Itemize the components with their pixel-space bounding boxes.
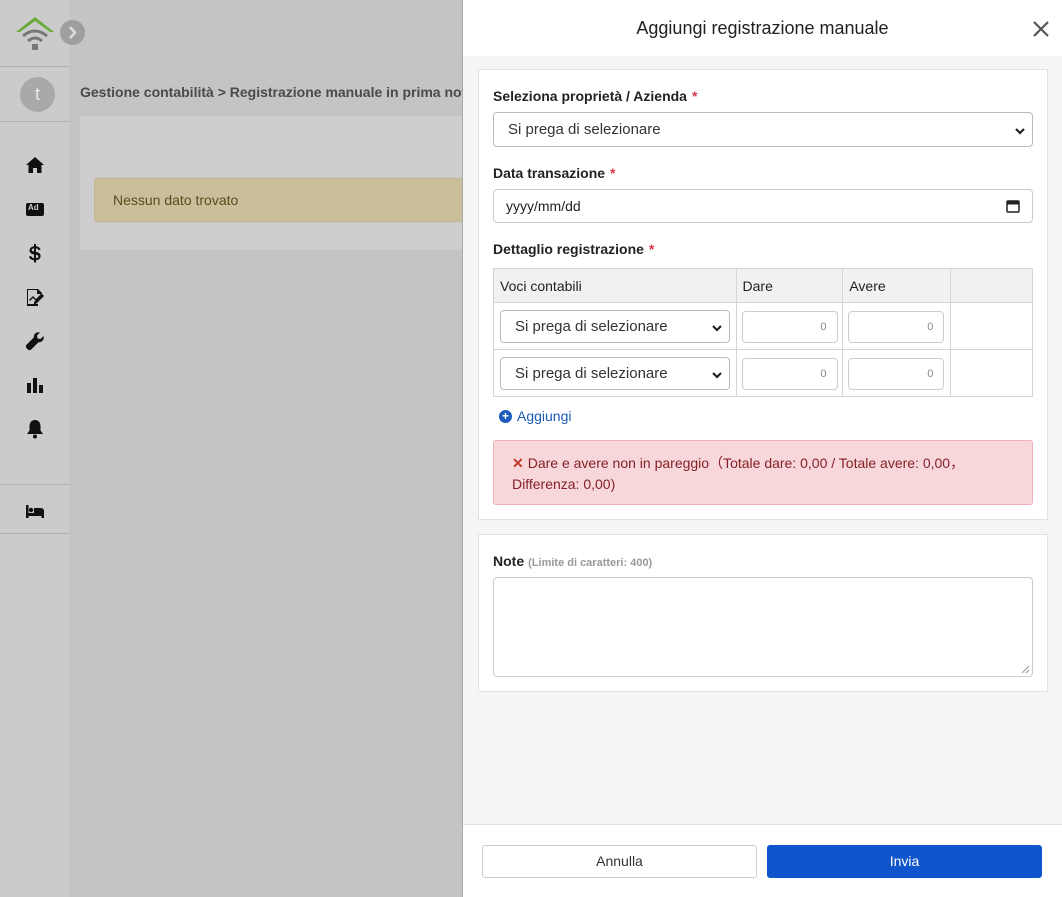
chevron-down-icon — [711, 368, 723, 380]
bed-icon[interactable] — [24, 500, 46, 522]
calendar-icon[interactable] — [1006, 199, 1020, 213]
column-header-actions — [950, 268, 1033, 303]
modal-footer: Annulla Invia — [463, 824, 1062, 897]
property-select-value: Si prega di selezionare — [508, 121, 661, 138]
sidebar-divider — [0, 533, 70, 534]
avere-input[interactable]: 0 — [848, 311, 945, 343]
account-cell: Si prega di selezionare — [493, 349, 737, 397]
required-mark: * — [691, 88, 698, 104]
balance-error-alert: ✕ Dare e avere non in pareggio（Totale dar… — [493, 440, 1033, 505]
add-row-label: Aggiungi — [517, 408, 572, 424]
notes-label: Note (Limite di caratteri: 400) — [493, 553, 652, 569]
add-row-link[interactable]: + Aggiungi — [499, 408, 572, 424]
required-mark: * — [648, 241, 655, 257]
account-select-value: Si prega di selezionare — [515, 365, 668, 382]
chevron-down-icon — [1014, 124, 1026, 136]
expand-sidebar-button[interactable] — [60, 20, 85, 45]
property-label-text: Seleziona proprietà / Azienda — [493, 88, 687, 104]
sidebar-divider — [0, 121, 70, 122]
home-icon[interactable] — [24, 154, 46, 176]
avere-cell: 0 — [842, 349, 952, 397]
dare-input[interactable]: 0 — [741, 358, 838, 390]
account-select[interactable]: Si prega di selezionare — [500, 310, 730, 343]
sidebar-divider — [0, 66, 70, 67]
account-select-value: Si prega di selezionare — [515, 318, 668, 335]
ad-icon-label: Ad — [28, 203, 39, 212]
date-label: Data transazione * — [493, 165, 616, 181]
table-row: Si prega di selezionare 0 0 — [493, 349, 1033, 397]
dare-input[interactable]: 0 — [741, 311, 838, 343]
account-cell: Si prega di selezionare — [493, 302, 737, 350]
property-label: Seleziona proprietà / Azienda * — [493, 88, 697, 104]
plus-circle-icon: + — [499, 409, 512, 423]
notes-label-text: Note — [493, 553, 525, 569]
entry-form-card: Seleziona proprietà / Azienda * Si prega … — [478, 69, 1048, 520]
column-header-avere: Avere — [842, 268, 952, 303]
resize-handle-icon[interactable] — [1020, 664, 1030, 674]
cancel-button[interactable]: Annulla — [482, 845, 757, 878]
modal-header: Aggiungi registrazione manuale — [463, 0, 1062, 56]
dollar-icon[interactable] — [24, 242, 46, 264]
transaction-date-input[interactable]: yyyy/mm/dd — [493, 189, 1033, 223]
actions-cell — [950, 349, 1033, 397]
property-select[interactable]: Si prega di selezionare — [493, 112, 1033, 147]
submit-button[interactable]: Invia — [767, 845, 1042, 878]
table-header-row: Voci contabili Dare Avere — [493, 268, 1033, 303]
sidebar: t Ad — [0, 0, 70, 897]
error-line-2: Differenza: 0,00) — [512, 476, 616, 492]
avatar[interactable]: t — [20, 77, 55, 112]
empty-alert: Nessun dato trovato — [94, 178, 474, 222]
date-label-text: Data transazione — [493, 165, 606, 181]
entries-table: Voci contabili Dare Avere Si prega di se… — [493, 268, 1033, 397]
detail-label: Dettaglio registrazione * — [493, 241, 654, 257]
notes-textarea[interactable] — [493, 577, 1033, 677]
chevron-down-icon — [711, 321, 723, 333]
dare-cell: 0 — [735, 349, 844, 397]
avere-input[interactable]: 0 — [848, 358, 945, 390]
error-x-icon: ✕ — [512, 455, 524, 471]
column-header-accounts: Voci contabili — [493, 268, 737, 303]
add-manual-entry-modal: Aggiungi registrazione manuale Seleziona… — [462, 0, 1062, 897]
avere-cell: 0 — [842, 302, 952, 350]
required-mark: * — [610, 165, 616, 181]
chart-document-icon[interactable] — [24, 286, 46, 308]
date-placeholder: yyyy/mm/dd — [506, 198, 581, 214]
sidebar-divider — [0, 484, 70, 485]
actions-cell — [950, 302, 1033, 350]
table-row: Si prega di selezionare 0 0 — [493, 302, 1033, 350]
detail-label-text: Dettaglio registrazione — [493, 241, 644, 257]
breadcrumb: Gestione contabilità > Registrazione man… — [80, 84, 475, 100]
dare-cell: 0 — [735, 302, 844, 350]
column-header-dare: Dare — [735, 268, 844, 303]
notes-card: Note (Limite di caratteri: 400) — [478, 534, 1048, 692]
notes-hint: (Limite di caratteri: 400) — [528, 557, 653, 569]
account-select[interactable]: Si prega di selezionare — [500, 357, 730, 390]
wrench-icon[interactable] — [24, 330, 46, 352]
modal-title: Aggiungi registrazione manuale — [636, 18, 889, 38]
close-icon[interactable] — [1032, 20, 1050, 38]
bar-chart-icon[interactable] — [24, 374, 46, 396]
logo-icon[interactable] — [14, 12, 56, 54]
ad-icon[interactable]: Ad — [24, 198, 46, 220]
error-line-1: Dare e avere non in pareggio（Totale dare… — [527, 455, 965, 471]
bell-icon[interactable] — [24, 418, 46, 440]
